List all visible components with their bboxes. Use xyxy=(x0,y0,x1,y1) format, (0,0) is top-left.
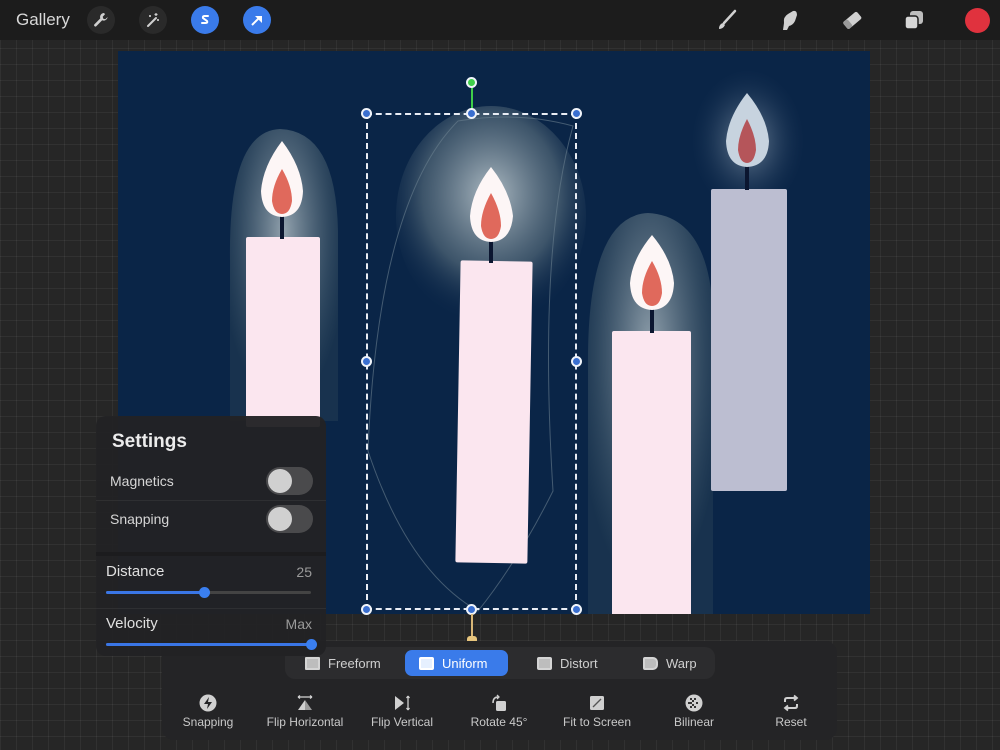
tool-label: Bilinear xyxy=(673,715,715,729)
handle-bottom-left[interactable] xyxy=(361,604,372,615)
flip-vertical-button[interactable]: Flip Vertical xyxy=(352,694,452,734)
actions-button[interactable] xyxy=(87,6,115,34)
mode-label: Warp xyxy=(666,655,697,671)
freeform-icon xyxy=(305,656,320,670)
rotation-handle[interactable] xyxy=(466,77,477,88)
velocity-slider[interactable] xyxy=(106,639,317,650)
slider-thumb[interactable] xyxy=(306,639,317,650)
arrow-cursor-icon xyxy=(251,16,262,26)
handle-top-left[interactable] xyxy=(361,108,372,119)
rotate-icon xyxy=(492,694,506,711)
reset-icon xyxy=(783,694,799,712)
fit-to-screen-button[interactable]: Fit to Screen xyxy=(547,694,647,734)
smudge-finger-icon xyxy=(783,10,797,31)
tool-label: Fit to Screen xyxy=(562,715,632,729)
snapping-toggle[interactable] xyxy=(266,505,313,533)
tool-label: Rotate 45° xyxy=(470,715,528,729)
toggle-knob xyxy=(268,507,292,531)
brush-button[interactable] xyxy=(713,6,741,34)
mode-warp[interactable]: Warp xyxy=(629,650,711,676)
top-toolbar: Gallery xyxy=(0,0,1000,40)
transform-mode-selector: Freeform Uniform Distort Warp xyxy=(285,647,715,679)
uniform-icon xyxy=(419,656,434,670)
magic-wand-icon xyxy=(147,13,159,27)
selection-s-icon xyxy=(201,15,209,24)
magnetics-label: Magnetics xyxy=(110,473,174,489)
handle-top-center[interactable] xyxy=(466,108,477,119)
flip-horizontal-button[interactable]: Flip Horizontal xyxy=(255,694,355,734)
gallery-button[interactable]: Gallery xyxy=(16,10,70,30)
candle-left xyxy=(229,129,338,427)
distance-slider[interactable] xyxy=(106,587,311,598)
velocity-label: Velocity xyxy=(106,615,158,632)
tool-label: Flip Vertical xyxy=(370,715,434,729)
snapping-label: Snapping xyxy=(110,511,170,527)
mode-label: Freeform xyxy=(328,655,381,671)
handle-bottom-right[interactable] xyxy=(571,604,582,615)
eraser-button[interactable] xyxy=(838,6,866,34)
slider-fill xyxy=(106,643,311,646)
candle-right xyxy=(587,213,713,614)
tool-label: Snapping xyxy=(182,715,234,729)
tool-label: Flip Horizontal xyxy=(266,715,344,729)
magnetics-row: Magnetics xyxy=(96,463,326,499)
transform-bounding-box[interactable] xyxy=(366,113,577,610)
snapping-button[interactable]: Snapping xyxy=(158,694,258,734)
transform-button[interactable] xyxy=(243,6,271,34)
divider xyxy=(96,608,326,609)
pivot-stem xyxy=(471,614,473,636)
reset-button[interactable]: Reset xyxy=(741,694,841,734)
distance-label: Distance xyxy=(106,563,165,580)
rotate-45-button[interactable]: Rotate 45° xyxy=(449,694,549,734)
toggle-knob xyxy=(268,469,292,493)
divider xyxy=(96,552,326,556)
lightning-icon xyxy=(199,694,217,712)
snapping-settings-panel: Settings Magnetics Snapping Distance 25 … xyxy=(96,416,326,656)
tool-label: Reset xyxy=(775,715,807,729)
distort-icon xyxy=(537,656,552,670)
adjustments-button[interactable] xyxy=(139,6,167,34)
wrench-icon xyxy=(94,13,108,27)
handle-top-right[interactable] xyxy=(571,108,582,119)
mode-label: Uniform xyxy=(442,655,488,671)
settings-title: Settings xyxy=(112,431,187,452)
color-picker-swatch[interactable] xyxy=(965,8,990,33)
bilinear-button[interactable]: Bilinear xyxy=(644,694,744,734)
selection-button[interactable] xyxy=(191,6,219,34)
handle-middle-right[interactable] xyxy=(571,356,582,367)
magnetics-toggle[interactable] xyxy=(266,467,313,495)
mode-label: Distort xyxy=(560,655,598,671)
brush-icon xyxy=(719,9,737,29)
smudge-button[interactable] xyxy=(775,6,803,34)
flip-horizontal-icon xyxy=(297,695,313,710)
slider-fill xyxy=(106,591,205,594)
mode-uniform[interactable]: Uniform xyxy=(405,650,508,676)
distance-value: 25 xyxy=(296,564,312,580)
eraser-icon xyxy=(843,11,862,29)
mode-distort[interactable]: Distort xyxy=(523,650,612,676)
fit-screen-icon xyxy=(590,696,604,710)
snapping-row: Snapping xyxy=(96,501,326,537)
warp-icon xyxy=(643,656,658,670)
slider-thumb[interactable] xyxy=(199,587,211,598)
handle-middle-left[interactable] xyxy=(361,356,372,367)
layers-button[interactable] xyxy=(900,6,928,34)
flip-vertical-icon xyxy=(395,695,410,711)
velocity-value: Max xyxy=(285,616,312,632)
bilinear-icon xyxy=(685,694,703,712)
layers-icon xyxy=(904,11,923,30)
